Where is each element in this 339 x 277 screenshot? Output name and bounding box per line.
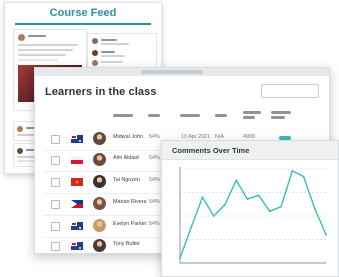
comments-data-point[interactable]	[257, 194, 260, 197]
post-author-avatar	[17, 126, 23, 132]
comments-data-point[interactable]	[224, 203, 226, 206]
comments-series-line	[179, 170, 327, 259]
row-checkbox[interactable]	[51, 156, 60, 165]
comments-data-point[interactable]	[325, 233, 327, 236]
column-header-progress[interactable]	[148, 114, 160, 117]
commenter-avatar	[92, 38, 98, 44]
feed-comments-card	[87, 33, 157, 69]
learner-name: Marian Rivera	[113, 199, 147, 205]
learners-title: Learners in the class	[45, 86, 157, 98]
avatar	[93, 239, 106, 252]
learner-name: Alm Akbad	[113, 155, 139, 161]
column-header-code[interactable]	[243, 111, 261, 114]
comment-placeholder	[101, 55, 125, 57]
column-header-action[interactable]	[271, 111, 291, 114]
comments-data-point[interactable]	[280, 205, 282, 208]
comment-placeholder	[101, 39, 117, 41]
comment-placeholder	[101, 51, 115, 53]
philippines-flag	[71, 200, 83, 208]
learner-name: Tai Nguyen	[113, 177, 140, 183]
learner-name: Evelyn Parker	[113, 221, 147, 227]
column-header-action[interactable]	[271, 116, 285, 119]
comments-data-point[interactable]	[291, 169, 294, 172]
comments-data-point[interactable]	[302, 175, 305, 178]
post-text-placeholder	[18, 44, 78, 46]
post-text-placeholder	[18, 59, 58, 61]
vietnam-flag	[71, 178, 83, 186]
learner-progress: 54%	[149, 199, 160, 205]
chart-title: Comments Over Time	[172, 146, 250, 155]
course-feed-title: Course Feed	[49, 7, 117, 19]
post-text-placeholder	[18, 54, 66, 56]
avatar	[93, 197, 106, 210]
row-checkbox[interactable]	[51, 200, 60, 209]
column-header-status[interactable]	[215, 114, 227, 117]
comments-line-chart	[179, 167, 327, 264]
comment-placeholder	[101, 43, 129, 45]
australia-flag	[71, 242, 83, 250]
learner-progress: 54%	[149, 134, 160, 140]
avatar	[93, 132, 106, 145]
commenter-avatar	[92, 60, 98, 66]
commenter-avatar	[92, 50, 98, 56]
learner-progress: 54%	[149, 177, 160, 183]
row-checkbox[interactable]	[51, 242, 60, 251]
row-checkbox[interactable]	[51, 135, 60, 144]
post-author-avatar	[17, 148, 23, 154]
avatar	[93, 153, 106, 166]
comments-data-point[interactable]	[313, 207, 316, 210]
column-header-code[interactable]	[243, 116, 255, 119]
learner-progress: 54%	[149, 221, 160, 227]
australia-flag	[71, 222, 83, 230]
comments-data-point[interactable]	[201, 196, 204, 199]
learner-progress: 54%	[149, 155, 160, 161]
learner-name: Midwal John	[113, 134, 143, 140]
comment-placeholder	[101, 61, 123, 63]
avatar	[93, 219, 106, 232]
post-author-avatar	[18, 34, 25, 41]
australia-flag	[71, 135, 83, 143]
search-input[interactable]	[261, 84, 319, 98]
chart-header: Comments Over Time	[162, 141, 338, 160]
row-checkbox[interactable]	[51, 222, 60, 231]
post-author-placeholder	[28, 35, 46, 37]
comments-chart-window: Comments Over Time	[161, 140, 339, 277]
window-titlebar[interactable]	[35, 68, 329, 76]
comments-data-point[interactable]	[212, 215, 215, 217]
post-text-placeholder	[18, 49, 73, 51]
avatar	[93, 175, 106, 188]
comments-data-point[interactable]	[235, 179, 238, 182]
window-drag-handle[interactable]	[141, 70, 203, 74]
comments-data-point[interactable]	[190, 226, 193, 229]
column-header-date[interactable]	[180, 114, 200, 117]
comments-data-point[interactable]	[179, 257, 181, 260]
comments-data-point[interactable]	[268, 210, 271, 213]
course-feed-title-underline	[15, 23, 151, 25]
poland-flag	[71, 156, 83, 164]
comments-data-point[interactable]	[246, 198, 249, 200]
learner-name: Tony Butler	[113, 241, 140, 247]
row-checkbox[interactable]	[51, 178, 60, 187]
column-header-name[interactable]	[113, 114, 133, 117]
